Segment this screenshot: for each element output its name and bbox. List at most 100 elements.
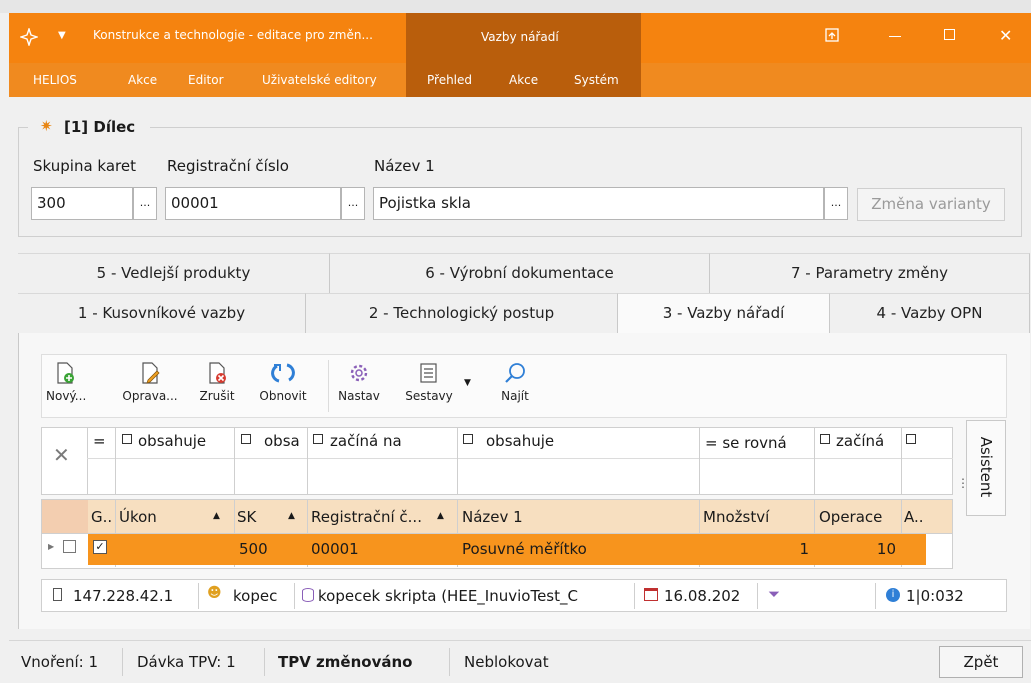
filter-col-sep [814, 427, 815, 495]
label-registracni: Registrační číslo [167, 157, 289, 175]
filter-col-sep [699, 427, 700, 495]
tpv-status: TPV změnováno [278, 653, 413, 671]
filter-col-sep [901, 427, 902, 495]
tab-parametry-zmeny[interactable]: 7 - Parametry změny [710, 253, 1030, 293]
group-line-right [150, 127, 1022, 128]
delete-label: Zrušit [199, 389, 235, 403]
edit-doc-icon [142, 362, 160, 384]
filter-op-icon [906, 434, 916, 444]
col-header-a[interactable]: A.. [904, 508, 924, 526]
filter-op-icon [313, 434, 323, 444]
close-button[interactable]: ✕ [999, 26, 1012, 45]
clear-filter-icon[interactable]: ✕ [53, 443, 70, 467]
menu-user-editors[interactable]: Uživatelské editory [262, 73, 377, 87]
magnifier-icon [505, 363, 525, 383]
col-header-ukon[interactable]: Úkon [119, 508, 157, 526]
reports-label: Sestavy [405, 389, 453, 403]
tab-vazby-naradi[interactable]: 3 - Vazby nářadí [618, 293, 830, 334]
group-line-left [18, 127, 28, 128]
status-db: kopecek skripta (HEE_InuvioTest_C [318, 587, 578, 605]
settings-label: Nastav [338, 389, 380, 403]
label-skupina: Skupina karet [33, 157, 136, 175]
skupina-browse-button[interactable]: ... [133, 187, 157, 220]
row-indicator-icon: ▶ [48, 542, 55, 551]
menu-prehled[interactable]: Přehled [427, 73, 472, 87]
col-header-sk[interactable]: SK [237, 508, 256, 526]
app-logo-icon [20, 28, 38, 46]
filter-op-icon [820, 434, 830, 444]
toolbar-separator [328, 360, 329, 412]
edit-label: Oprava... [122, 389, 178, 403]
grid-header-corner [42, 500, 88, 533]
filter-registracni[interactable]: začíná na [330, 432, 402, 450]
filter-divider [87, 427, 88, 495]
settings-button[interactable]: Nastav [336, 355, 382, 417]
tab-vazby-opn[interactable]: 4 - Vazby OPN [830, 293, 1030, 333]
status-sep [449, 648, 450, 676]
tab-vedlejsi-produkty[interactable]: 5 - Vedlejší produkty [18, 253, 330, 293]
tab-technologicky-postup[interactable]: 2 - Technologický postup [306, 293, 618, 333]
status-sep [875, 583, 876, 609]
neblokovat-toggle[interactable]: Neblokovat [464, 653, 549, 671]
filter-operace[interactable]: začíná [836, 432, 884, 450]
find-button[interactable]: Najít [494, 355, 536, 417]
nazev-browse-button[interactable]: ... [824, 187, 848, 220]
new-button[interactable]: Nový... [46, 355, 86, 417]
asistent-label: Asistent [977, 436, 995, 498]
menu-context-akce[interactable]: Akce [509, 73, 538, 87]
refresh-button[interactable]: Obnovit [253, 355, 313, 417]
menu-helios[interactable]: HELIOS [33, 73, 77, 87]
row-g-checkbox[interactable]: ✓ [93, 540, 107, 554]
find-label: Najít [501, 389, 529, 403]
window-title: Konstrukce a technologie - editace pro z… [93, 28, 373, 42]
col-header-operace[interactable]: Operace [819, 508, 882, 526]
reports-button[interactable]: Sestavy [401, 355, 457, 417]
row-select-checkbox[interactable] [63, 540, 76, 553]
cell-sk: 500 [239, 540, 268, 558]
filter-ukon[interactable]: obsahuje [138, 432, 206, 450]
context-title: Vazby nářadí [481, 30, 559, 44]
filter-mnozstvi[interactable]: = se rovná [705, 434, 787, 452]
filter-funnel-icon[interactable]: ⏷ [768, 585, 780, 603]
filter-op-icon [463, 434, 473, 444]
filter-op-icon [241, 434, 251, 444]
cell-operace: 10 [876, 540, 896, 558]
zmena-varianty-button[interactable]: Změna varianty [857, 188, 1005, 221]
status-sep [294, 583, 295, 609]
registracni-browse-button[interactable]: ... [341, 187, 365, 220]
filter-sk[interactable]: obsa [264, 432, 300, 450]
status-sep [264, 648, 265, 676]
new-doc-icon [57, 362, 74, 384]
filter-col-sep [457, 427, 458, 495]
filter-col-sep [234, 427, 235, 495]
skupina-value: 300 [37, 194, 66, 212]
menu-editor[interactable]: Editor [188, 73, 224, 87]
background-strip [0, 0, 1031, 13]
back-button[interactable]: Zpět [939, 646, 1023, 678]
pin-window-icon[interactable] [824, 27, 840, 43]
delete-button[interactable]: Zrušit [195, 355, 239, 417]
status-ip: 147.228.42.1 [73, 587, 174, 605]
refresh-label: Obnovit [259, 389, 307, 403]
info-icon: i [886, 588, 900, 602]
col-header-mnozstvi[interactable]: Množství [703, 508, 769, 526]
menu-akce[interactable]: Akce [128, 73, 157, 87]
filter-nazev[interactable]: obsahuje [486, 432, 554, 450]
calendar-icon [644, 588, 658, 601]
maximize-button[interactable] [944, 29, 955, 40]
splitter-handle-icon[interactable]: ⋮ [957, 477, 969, 489]
status-sep [757, 583, 758, 609]
reports-dropdown-icon[interactable]: ▼ [464, 378, 471, 388]
minimize-button[interactable] [889, 36, 901, 37]
col-header-registracni[interactable]: Registrační č... [311, 508, 422, 526]
quick-access-dropdown-icon[interactable]: ▼ [58, 30, 66, 41]
menu-system[interactable]: Systém [574, 73, 619, 87]
server-icon [53, 588, 62, 601]
delete-doc-icon [209, 362, 226, 384]
edit-button[interactable]: Oprava... [118, 355, 182, 417]
part-star-icon: ✷ [40, 117, 53, 135]
col-header-nazev[interactable]: Název 1 [462, 508, 523, 526]
tab-vyrobni-dokumentace[interactable]: 6 - Výrobní dokumentace [330, 253, 710, 293]
tab-kusovnikove-vazby[interactable]: 1 - Kusovníkové vazby [18, 293, 306, 333]
col-header-g[interactable]: G.. [91, 508, 112, 526]
